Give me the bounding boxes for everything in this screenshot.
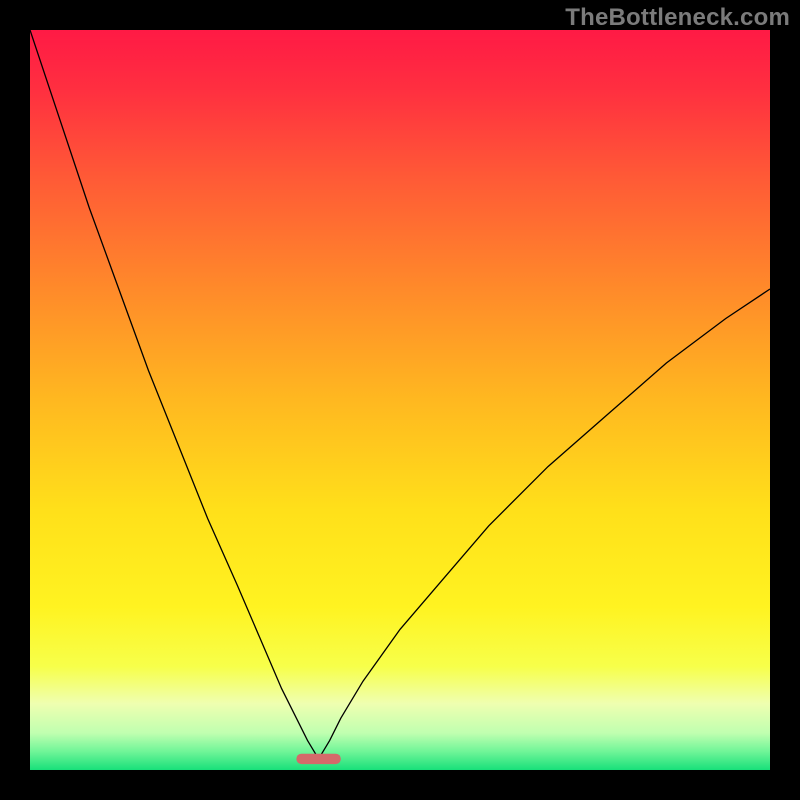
gradient-background: [30, 30, 770, 770]
plot-area: [30, 30, 770, 770]
minimum-marker: [296, 754, 340, 764]
watermark-text: TheBottleneck.com: [565, 4, 790, 32]
chart-svg: [30, 30, 770, 770]
chart-frame: TheBottleneck.com: [0, 0, 800, 800]
